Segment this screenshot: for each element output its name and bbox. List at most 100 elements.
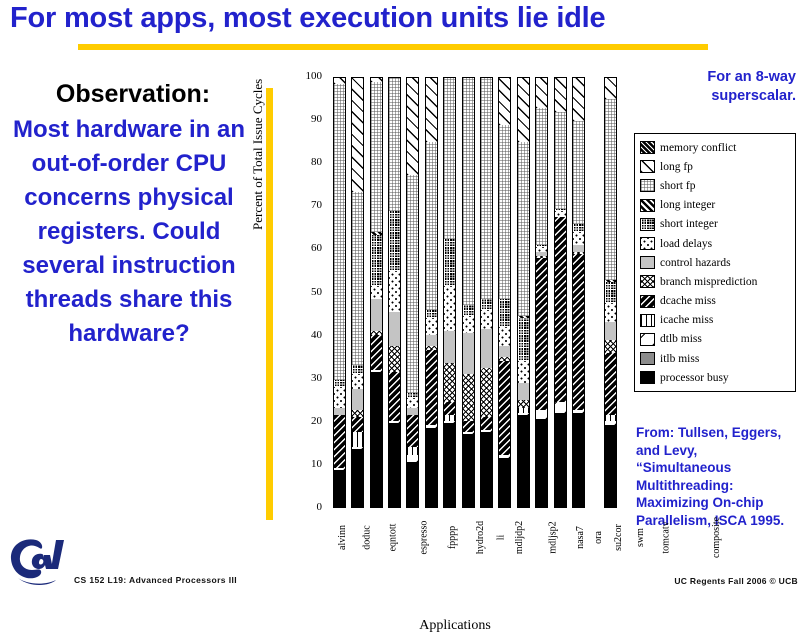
bar-segment: [572, 253, 584, 411]
bar-segment: [572, 78, 584, 121]
stacked-bar[interactable]: [553, 77, 567, 508]
bar-segment: [370, 286, 382, 299]
bar-segment: [480, 78, 492, 299]
legend-swatch-icon: [640, 352, 655, 366]
bar-segment: [605, 339, 617, 353]
bar-segment: [499, 78, 511, 126]
legend-item-label: long fp: [660, 160, 693, 173]
issue-cycles-chart: Percent of Total Issue Cycles 100 90 80 70 6…: [250, 60, 722, 633]
legend-item-label: processor busy: [660, 371, 729, 384]
stacked-bar[interactable]: [479, 77, 493, 508]
legend-item-label: memory conflict: [660, 141, 737, 154]
legend-item: dtlb miss: [640, 330, 791, 349]
stacked-bar[interactable]: [387, 77, 401, 508]
bar-segment: [333, 414, 345, 469]
bar-segment: [388, 271, 400, 312]
x-label-slot: doduc: [355, 510, 379, 549]
bar-segment: [407, 174, 419, 394]
bar-segment: [480, 367, 492, 417]
y-axis-tick-label: 90: [311, 113, 322, 126]
x-axis-tick-label: espresso: [418, 520, 430, 555]
x-label-slot: mdljdp2: [503, 510, 536, 554]
x-label-slot: fpppp: [441, 510, 464, 549]
bar-segment: [352, 365, 364, 374]
bar-segment: [352, 388, 364, 411]
stacked-bar[interactable]: [461, 77, 475, 508]
legend-item: short fp: [640, 176, 791, 195]
bar-segment: [605, 425, 617, 507]
bar-slot: [367, 77, 385, 508]
stacked-bar[interactable]: [351, 77, 365, 508]
stacked-bar[interactable]: [424, 77, 438, 508]
bar-segment: [536, 108, 548, 246]
bar-segment: [536, 410, 548, 419]
bar-segment: [425, 309, 437, 319]
x-axis-tick-label: hydro2d: [475, 520, 487, 555]
legend-item: control hazards: [640, 253, 791, 272]
x-axis-tick-label: mdljsp2: [547, 521, 559, 554]
chart-legend: memory conflict long fp short fp long integ…: [634, 133, 796, 393]
bar-segment: [499, 298, 511, 327]
bar-segment: [425, 427, 437, 507]
bar-slot: [532, 77, 550, 508]
superscalar-note: For an 8-way superscalar.: [707, 69, 796, 104]
legend-item: load delays: [640, 234, 791, 253]
stacked-bar[interactable]: [498, 77, 512, 508]
bar-group: [330, 77, 620, 508]
bar-segment: [554, 78, 566, 113]
x-axis-tick-label: composite: [711, 516, 723, 559]
stacked-bar[interactable]: [571, 77, 585, 508]
bar-segment: [425, 318, 437, 336]
bar-slot: [330, 77, 348, 508]
legend-swatch-icon: [640, 217, 655, 231]
observation-body: Most hardware in an out-of-order CPU con…: [12, 116, 246, 347]
stacked-bar[interactable]: [443, 77, 457, 508]
bar-segment: [333, 470, 345, 507]
bar-segment: [462, 316, 474, 334]
legend-item-label: short integer: [660, 218, 718, 231]
legend-item: icache miss: [640, 311, 791, 330]
bar-segment: [444, 401, 456, 415]
bar-segment: [605, 78, 617, 100]
legend-swatch-icon: [640, 371, 655, 385]
bar-segment: [370, 82, 382, 233]
stacked-bar[interactable]: [604, 77, 618, 508]
legend-swatch-icon: [640, 141, 655, 155]
legend-item-label: long integer: [660, 199, 716, 212]
x-axis-tick-labels: alvinn doduc eqntott espresso fpppp hydro2d li…: [330, 510, 722, 572]
x-axis-tick-label: alvinn: [337, 525, 348, 550]
stacked-bar[interactable]: [516, 77, 530, 508]
bar-segment: [444, 286, 456, 332]
bar-slot: [440, 77, 458, 508]
bar-segment: [352, 191, 364, 366]
bar-segment: [536, 418, 548, 507]
legend-item-label: short fp: [660, 179, 696, 192]
x-label-slot: tomcatv: [650, 510, 682, 553]
legend-swatch-icon: [640, 275, 655, 289]
bar-segment: [425, 78, 437, 143]
legend-swatch-icon: [640, 198, 655, 212]
stacked-bar[interactable]: [406, 77, 420, 508]
stacked-bar[interactable]: [332, 77, 346, 508]
bar-segment: [605, 99, 617, 280]
bar-segment: [499, 125, 511, 299]
bar-segment: [352, 431, 364, 447]
stacked-bar[interactable]: [535, 77, 549, 508]
legend-swatch-icon: [640, 160, 655, 174]
y-axis-tick-label: 50: [311, 285, 322, 298]
bar-slot: [602, 77, 620, 508]
x-label-slot: composite: [696, 510, 737, 558]
legend-item: branch misprediction: [640, 272, 791, 291]
bar-slot: [348, 77, 366, 508]
y-axis-tick-label: 80: [311, 156, 322, 169]
bar-segment: [370, 234, 382, 287]
bar-segment: [462, 78, 474, 306]
bar-segment: [605, 303, 617, 323]
x-label-slot: espresso: [407, 510, 441, 555]
x-axis-tick-label: swm: [635, 528, 647, 547]
stacked-bar[interactable]: [369, 77, 383, 508]
bar-segment: [480, 328, 492, 368]
y-axis-tick-label: 10: [311, 457, 322, 470]
x-label-slot: su2cor: [605, 510, 632, 551]
bar-segment: [462, 373, 474, 422]
